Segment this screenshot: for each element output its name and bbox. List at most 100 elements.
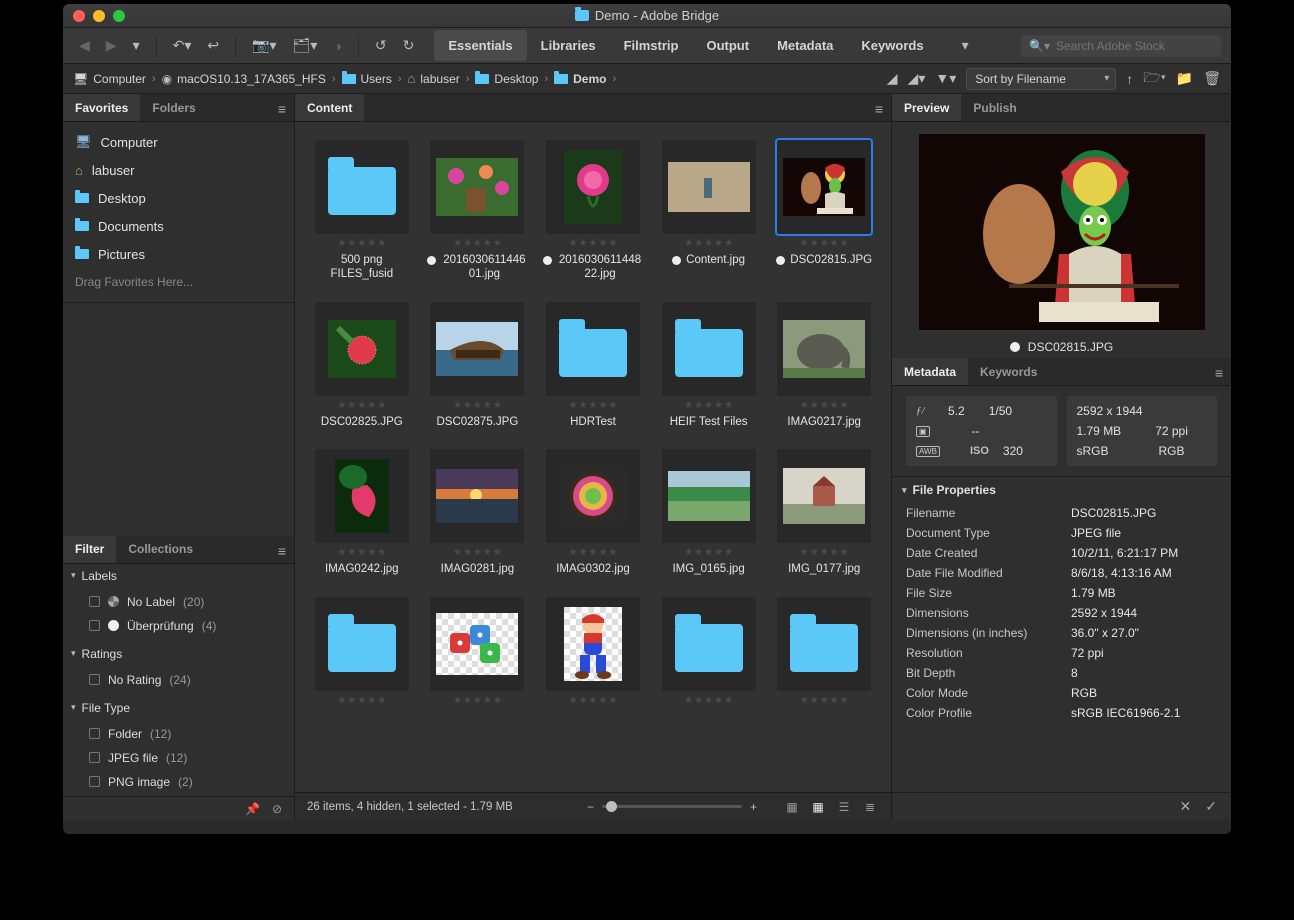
- image-item[interactable]: ★★★★★: [542, 597, 644, 706]
- image-item[interactable]: ★★★★★IMAG0217.jpg: [773, 302, 875, 429]
- rating-stars[interactable]: ★★★★★: [453, 400, 502, 411]
- filter-row[interactable]: No Rating (24): [63, 668, 294, 692]
- checkbox[interactable]: [89, 728, 100, 739]
- breadcrumb-item[interactable]: Users: [342, 72, 392, 86]
- boomerang-button[interactable]: ↶▾: [167, 33, 198, 58]
- new-folder-button[interactable]: 📁: [1176, 70, 1193, 87]
- checkbox[interactable]: [89, 752, 100, 763]
- filter-row[interactable]: Folder (12): [63, 722, 294, 746]
- folder-item[interactable]: ★★★★★HEIF Test Files: [658, 302, 760, 429]
- back-button[interactable]: ◀: [73, 33, 96, 58]
- favorite-item[interactable]: Desktop: [63, 184, 294, 212]
- image-item[interactable]: ★★★★★IMG_0177.jpg: [773, 449, 875, 576]
- panel-menu-icon[interactable]: ≡: [278, 543, 286, 559]
- filter-funnel-button[interactable]: ▼▾: [935, 70, 956, 87]
- open-recent-button[interactable]: 🗁▾: [1143, 67, 1166, 91]
- folder-item[interactable]: ★★★★★HDRTest: [542, 302, 644, 429]
- view-thumbnails-icon[interactable]: ▦: [809, 800, 827, 814]
- pin-icon[interactable]: 📌: [245, 802, 260, 816]
- image-item[interactable]: ★★★★★DSC02825.JPG: [311, 302, 413, 429]
- image-item[interactable]: ★★★★★: [427, 597, 529, 706]
- file-properties-header[interactable]: ▾ File Properties: [892, 477, 1231, 503]
- favorite-item[interactable]: Documents: [63, 212, 294, 240]
- workspace-tab-essentials[interactable]: Essentials: [434, 30, 526, 61]
- zoom-in-button[interactable]: +: [750, 800, 757, 814]
- filter-row[interactable]: Überprüfung (4): [63, 614, 294, 638]
- image-item[interactable]: ★★★★★Content.jpg: [658, 140, 760, 282]
- tab-keywords[interactable]: Keywords: [968, 358, 1049, 385]
- tab-favorites[interactable]: Favorites: [63, 94, 140, 121]
- image-item[interactable]: ★★★★★IMAG0281.jpg: [427, 449, 529, 576]
- refine-button[interactable]: 🗂▾: [287, 33, 324, 58]
- rating-stars[interactable]: ★★★★★: [337, 695, 386, 706]
- rating-stars[interactable]: ★★★★★: [800, 547, 849, 558]
- rating-stars[interactable]: ★★★★★: [453, 547, 502, 558]
- zoom-out-button[interactable]: −: [587, 800, 594, 814]
- rotate-ccw-button[interactable]: ↺: [369, 33, 393, 58]
- workspace-tab-output[interactable]: Output: [692, 30, 763, 61]
- favorite-item[interactable]: 🖥Computer: [63, 128, 294, 156]
- image-item[interactable]: ★★★★★IMAG0302.jpg: [542, 449, 644, 576]
- filter-row[interactable]: JPEG file (12): [63, 746, 294, 770]
- view-list-icon[interactable]: ≣: [861, 800, 879, 814]
- close-window-button[interactable]: [73, 10, 85, 22]
- content-grid-scroll[interactable]: ★★★★★500 png FILES_fusid★★★★★20160306114…: [295, 122, 891, 792]
- maximize-window-button[interactable]: [113, 10, 125, 22]
- filter-row[interactable]: PNG image (2): [63, 770, 294, 794]
- panel-menu-icon[interactable]: ≡: [278, 101, 286, 117]
- breadcrumb-item[interactable]: ⌂labuser: [408, 71, 460, 86]
- sort-direction-button[interactable]: ↑: [1126, 71, 1133, 87]
- tab-collections[interactable]: Collections: [116, 536, 205, 563]
- forward-button[interactable]: ▶: [100, 33, 123, 58]
- rating-stars[interactable]: ★★★★★: [453, 695, 502, 706]
- view-details-icon[interactable]: ☰: [835, 800, 853, 814]
- checkbox[interactable]: [89, 620, 100, 631]
- folder-item[interactable]: ★★★★★: [658, 597, 760, 706]
- breadcrumb-item[interactable]: Desktop: [475, 72, 538, 86]
- rating-stars[interactable]: ★★★★★: [453, 238, 502, 249]
- checkbox[interactable]: [89, 596, 100, 607]
- breadcrumb-item[interactable]: ◉macOS10.13_17A365_HFS: [162, 72, 326, 86]
- view-grid-locked-icon[interactable]: ▦: [783, 800, 801, 814]
- checkbox[interactable]: [89, 776, 100, 787]
- rating-stars[interactable]: ★★★★★: [684, 400, 733, 411]
- tab-filter[interactable]: Filter: [63, 536, 116, 563]
- get-photos-button[interactable]: 📷▾: [246, 33, 282, 58]
- rating-stars[interactable]: ★★★★★: [684, 695, 733, 706]
- image-item[interactable]: ★★★★★DSC02815.JPG: [773, 140, 875, 282]
- filter-row[interactable]: No Label (20): [63, 590, 294, 614]
- rating-stars[interactable]: ★★★★★: [337, 238, 386, 249]
- workspace-tab-metadata[interactable]: Metadata: [763, 30, 847, 61]
- image-item[interactable]: ★★★★★201603061144822.jpg: [542, 140, 644, 282]
- search-stock-field[interactable]: 🔍▾: [1021, 35, 1221, 57]
- apply-icon[interactable]: ✓: [1205, 798, 1217, 815]
- rating-stars[interactable]: ★★★★★: [569, 547, 618, 558]
- filter-section-header[interactable]: ▾File Type: [63, 696, 294, 720]
- open-camera-raw-button[interactable]: ◑: [327, 34, 347, 58]
- rating-stars[interactable]: ★★★★★: [800, 400, 849, 411]
- rating-stars[interactable]: ★★★★★: [800, 695, 849, 706]
- panel-menu-icon[interactable]: ≡: [875, 101, 883, 117]
- breadcrumb-item[interactable]: 🖥Computer: [73, 72, 146, 86]
- workspace-tab-keywords[interactable]: Keywords: [847, 30, 937, 61]
- filter-section-header[interactable]: ▾Ratings: [63, 642, 294, 666]
- delete-button[interactable]: 🗑: [1203, 70, 1221, 87]
- preview-image[interactable]: [919, 134, 1205, 330]
- content-tab[interactable]: Content: [295, 94, 364, 121]
- workspace-more-button[interactable]: ▾: [956, 33, 975, 58]
- minimize-window-button[interactable]: [93, 10, 105, 22]
- tab-publish[interactable]: Publish: [961, 94, 1028, 121]
- recent-menu[interactable]: ▾: [127, 33, 146, 58]
- rating-stars[interactable]: ★★★★★: [337, 547, 386, 558]
- rating-stars[interactable]: ★★★★★: [684, 547, 733, 558]
- sort-dropdown[interactable]: Sort by Filename: [966, 68, 1116, 90]
- favorite-item[interactable]: Pictures: [63, 240, 294, 268]
- rating-stars[interactable]: ★★★★★: [569, 400, 618, 411]
- tab-folders[interactable]: Folders: [140, 94, 207, 121]
- search-stock-input[interactable]: [1056, 39, 1213, 53]
- tab-preview[interactable]: Preview: [892, 94, 961, 121]
- breadcrumb-item[interactable]: Demo: [554, 72, 606, 86]
- folder-item[interactable]: ★★★★★: [311, 597, 413, 706]
- clear-filter-icon[interactable]: ⊘: [272, 802, 282, 816]
- workspace-tab-filmstrip[interactable]: Filmstrip: [610, 30, 693, 61]
